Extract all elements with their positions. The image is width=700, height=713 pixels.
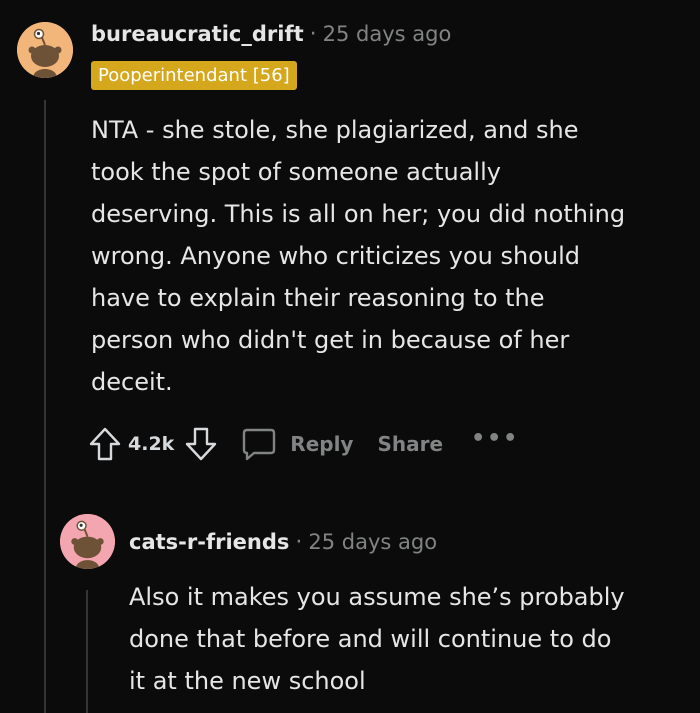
comment-bubble-icon — [243, 428, 276, 461]
reply-time: 25 days ago — [308, 530, 438, 554]
upvote-arrow-icon — [89, 427, 121, 461]
comment-body-line: have to explain their reasoning to the — [91, 284, 545, 312]
comment-avatar[interactable] — [17, 22, 73, 78]
downvote-button[interactable] — [184, 426, 218, 462]
more-options-button[interactable]: ••• — [471, 428, 519, 460]
meta-separator: · — [295, 530, 303, 555]
comment-body: NTA - she stole, she plagiarized, and sh… — [91, 109, 625, 403]
reply-label: Reply — [290, 432, 354, 456]
reply-body-line: done that before and will continue to do — [129, 625, 612, 653]
reply-meta: cats-r-friends · 25 days ago — [129, 528, 437, 557]
comment-thread: bureaucratic_drift · 25 days ago Pooperint… — [0, 0, 700, 713]
snoo-avatar-icon — [60, 514, 115, 569]
comment-body-line: person who didn't get in because of her — [91, 326, 570, 354]
comment-body-line: deceit. — [91, 368, 173, 396]
vote-score: 4.2k — [128, 433, 175, 455]
upvote-button[interactable] — [88, 426, 122, 462]
share-button[interactable]: Share — [377, 432, 443, 456]
snoo-avatar-icon — [17, 22, 73, 78]
reply-body: Also it makes you assume she’s probably … — [129, 576, 625, 702]
comment-body-line: NTA - she stole, she plagiarized, and sh… — [91, 116, 579, 144]
reply-button[interactable]: Reply — [240, 425, 353, 463]
comment-meta: bureaucratic_drift · 25 days ago — [91, 20, 451, 49]
thread-line[interactable] — [44, 100, 46, 713]
reply-avatar[interactable] — [60, 514, 115, 569]
comment-time: 25 days ago — [322, 22, 452, 46]
reply-body-line: it at the new school — [129, 667, 366, 695]
comment-body-line: took the spot of someone actually — [91, 158, 501, 186]
reply-thread-line[interactable] — [86, 590, 88, 713]
reply-author[interactable]: cats-r-friends — [129, 530, 289, 554]
reply-body-line: Also it makes you assume she’s probably — [129, 583, 625, 611]
user-flair: Pooperintendant [56] — [91, 61, 297, 90]
comment-author[interactable]: bureaucratic_drift — [91, 22, 304, 46]
downvote-arrow-icon — [186, 427, 217, 461]
comment-actions: 4.2k Reply Share ••• — [88, 422, 519, 466]
comment-body-line: wrong. Anyone who criticizes you should — [91, 242, 581, 270]
meta-separator: · — [309, 22, 317, 47]
comment-body-line: deserving. This is all on her; you did n… — [91, 200, 626, 228]
